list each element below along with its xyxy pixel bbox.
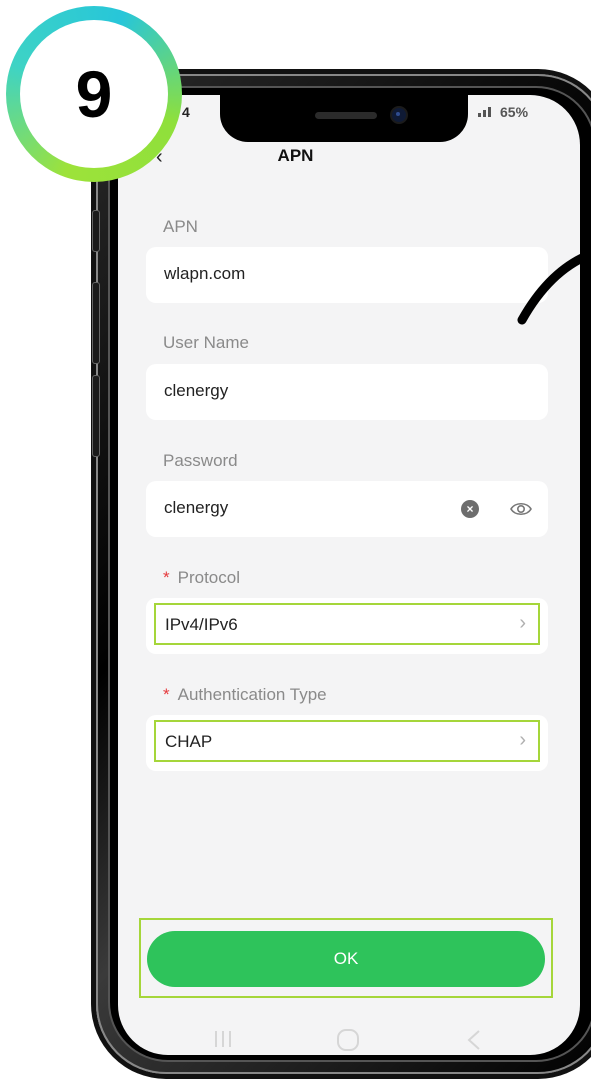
auth-type-label-text: Authentication Type bbox=[177, 685, 327, 704]
protocol-value: IPv4/IPv6 bbox=[165, 615, 238, 634]
password-value: clenergy bbox=[164, 498, 229, 517]
status-bar-left: 4 bbox=[182, 104, 190, 120]
auth-type-value: CHAP bbox=[165, 732, 213, 751]
username-value: clenergy bbox=[164, 381, 229, 400]
chevron-right-icon: › bbox=[519, 612, 526, 634]
protocol-select[interactable]: IPv4/IPv6 › bbox=[146, 598, 548, 654]
volume-down-button bbox=[92, 375, 100, 457]
ok-button[interactable]: OK bbox=[147, 931, 545, 987]
battery-level: 65% bbox=[500, 104, 529, 120]
back-nav-icon[interactable] bbox=[464, 1028, 484, 1058]
status-bar-right: 65% bbox=[478, 104, 528, 120]
auth-type-highlight: CHAP › bbox=[154, 720, 540, 762]
protocol-label-text: Protocol bbox=[177, 568, 240, 587]
ok-highlight: OK bbox=[139, 918, 553, 998]
required-mark: * bbox=[163, 685, 170, 704]
apn-value: wlapn.com bbox=[164, 264, 246, 283]
password-field[interactable]: clenergy × bbox=[146, 481, 548, 537]
speaker-grille bbox=[315, 112, 377, 119]
front-camera bbox=[392, 108, 406, 122]
required-mark: * bbox=[163, 568, 170, 587]
status-time: 4 bbox=[182, 104, 190, 120]
apn-field[interactable]: wlapn.com bbox=[146, 247, 548, 303]
clear-icon[interactable]: × bbox=[461, 500, 479, 518]
step-badge: 9 bbox=[6, 6, 182, 182]
apn-label: APN bbox=[163, 217, 198, 236]
home-icon[interactable] bbox=[336, 1028, 360, 1058]
volume-up-button bbox=[92, 282, 100, 364]
chevron-right-icon: › bbox=[519, 729, 526, 751]
notch bbox=[220, 94, 468, 142]
auth-type-select[interactable]: CHAP › bbox=[146, 715, 548, 771]
step-number: 9 bbox=[20, 20, 168, 168]
auth-type-label: * Authentication Type bbox=[163, 685, 327, 705]
protocol-label: * Protocol bbox=[163, 568, 240, 588]
decorative-arc bbox=[517, 249, 591, 325]
password-label: Password bbox=[163, 451, 238, 470]
username-field[interactable]: clenergy bbox=[146, 364, 548, 420]
recents-icon[interactable] bbox=[212, 1028, 234, 1056]
mute-switch bbox=[92, 210, 100, 252]
protocol-highlight: IPv4/IPv6 › bbox=[154, 603, 540, 645]
eye-icon[interactable] bbox=[510, 501, 532, 517]
username-label: User Name bbox=[163, 333, 249, 352]
signal-icon bbox=[478, 107, 491, 117]
